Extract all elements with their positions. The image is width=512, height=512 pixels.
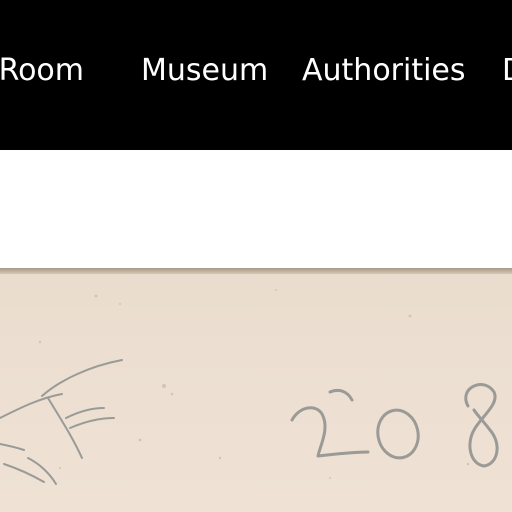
document-scan-image [0,268,512,512]
nav-item-museum[interactable]: Museum [141,49,268,93]
page: g Room Museum Authorities D [0,0,512,512]
nav-item-authorities[interactable]: Authorities [302,49,466,93]
top-navigation-bar: g Room Museum Authorities D [0,0,512,150]
paper-specks [38,289,470,479]
nav-item-truncated[interactable]: D [502,49,512,93]
content-spacer [0,150,512,270]
handwritten-pencil-marks [0,289,499,485]
nav-item-reading-room[interactable]: g Room [0,49,84,93]
handwritten-number-208 [290,383,499,468]
left-scribble [0,359,123,485]
